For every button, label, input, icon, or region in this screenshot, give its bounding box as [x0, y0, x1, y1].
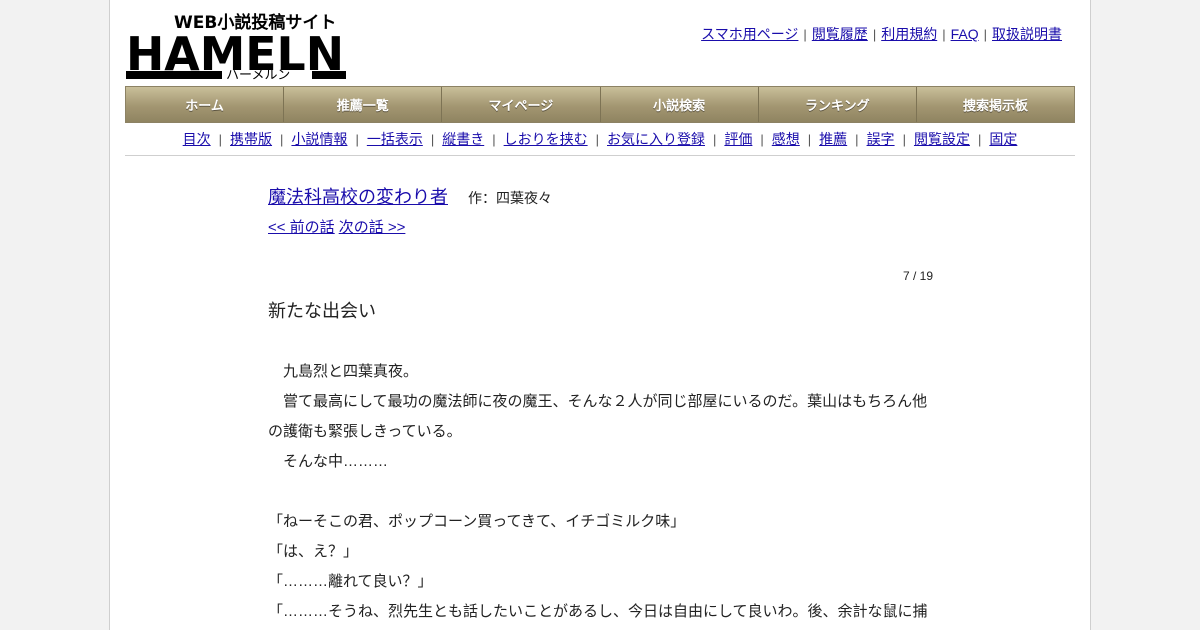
- subnav-comments[interactable]: 感想: [772, 131, 800, 147]
- subnav-show-all[interactable]: 一括表示: [367, 131, 423, 147]
- separator: |: [803, 27, 807, 42]
- separator: |: [902, 132, 906, 147]
- story-area: 魔法科高校の変わり者 作：四葉夜々 << 前の話 次の話 >> 7 / 19 新たな…: [268, 182, 933, 630]
- divider: [125, 155, 1075, 156]
- separator: |: [760, 132, 764, 147]
- separator: |: [430, 132, 435, 147]
- separator: |: [983, 27, 987, 42]
- story-paragraph: 「………離れて良い？」: [268, 573, 433, 590]
- header-link-history[interactable]: 閲覧履歴: [812, 26, 868, 42]
- header-links: スマホ用ページ | 閲覧履歴 | 利用規約 | FAQ | 取扱説明書: [701, 24, 1062, 44]
- nav-recommendations[interactable]: 推薦一覧: [284, 87, 443, 122]
- header-link-faq[interactable]: FAQ: [951, 26, 979, 42]
- subnav-mobile[interactable]: 携帯版: [230, 131, 272, 147]
- subnav-bookmark[interactable]: しおりを挟む: [504, 131, 588, 147]
- story-header: 魔法科高校の変わり者 作：四葉夜々: [268, 182, 933, 213]
- separator: |: [492, 132, 496, 147]
- subnav-rating[interactable]: 評価: [724, 131, 752, 147]
- nav-ranking[interactable]: ランキング: [758, 87, 917, 122]
- separator: |: [855, 132, 859, 147]
- svg-text:ハーメルン: ハーメルン: [226, 68, 290, 82]
- episode-pager: << 前の話 次の話 >>: [268, 213, 933, 243]
- episode-count: 7 / 19: [902, 269, 933, 283]
- site-logo[interactable]: WEB小説投稿サイト HAMELN ハーメルン: [126, 10, 348, 82]
- story-paragraph: そんな中………: [268, 453, 389, 470]
- nav-home[interactable]: ホーム: [126, 87, 285, 122]
- separator: |: [807, 132, 812, 147]
- next-episode-link[interactable]: 次の話 >>: [339, 219, 406, 236]
- separator: |: [872, 27, 877, 42]
- story-paragraph: 嘗て最高にして最功の魔法師に夜の魔王、そんな２人が同じ部屋にいるのだ。葉山はもち…: [268, 393, 928, 440]
- novel-title-link[interactable]: 魔法科高校の変わり者: [268, 187, 448, 207]
- separator: |: [977, 132, 982, 147]
- separator: |: [713, 132, 717, 147]
- main-nav: ホーム 推薦一覧 マイページ 小説検索 ランキング 捜索掲示板: [125, 86, 1075, 123]
- story-paragraph: 「ねーそこの君、ポップコーン買ってきて、イチゴミルク味」: [268, 513, 686, 530]
- subnav-favorite[interactable]: お気に入り登録: [607, 131, 705, 147]
- subnav-typo[interactable]: 誤字: [867, 131, 895, 147]
- story-paragraph: 「………そうね、烈先生とも話したいことがあるし、今日は自由にして良いわ。後、余計…: [268, 603, 928, 620]
- subnav-toc[interactable]: 目次: [183, 131, 211, 147]
- subnav-recommend[interactable]: 推薦: [819, 131, 847, 147]
- separator: |: [280, 132, 284, 147]
- header-link-smartphone[interactable]: スマホ用ページ: [701, 26, 798, 42]
- page-container: WEB小説投稿サイト HAMELN ハーメルン スマホ用ページ | 閲覧履歴 | 利用規…: [109, 0, 1091, 630]
- header-link-terms[interactable]: 利用規約: [881, 26, 937, 42]
- header-link-manual[interactable]: 取扱説明書: [992, 26, 1062, 42]
- separator: |: [218, 132, 223, 147]
- separator: |: [942, 27, 946, 42]
- separator: |: [595, 132, 599, 147]
- episode-title: 新たな出会い: [268, 301, 376, 321]
- story-body: 九島烈と四葉真夜。 嘗て最高にして最功の魔法師に夜の魔王、そんな２人が同じ部屋に…: [268, 357, 933, 630]
- separator: |: [355, 132, 359, 147]
- subnav-view-settings[interactable]: 閲覧設定: [914, 131, 970, 147]
- nav-mypage[interactable]: マイページ: [442, 87, 601, 122]
- sub-nav: 目次 | 携帯版 | 小説情報 | 一括表示 | 縦書き | しおりを挟む | お気に入り登録 | 評価 | 感…: [125, 129, 1075, 149]
- subnav-vertical[interactable]: 縦書き: [442, 131, 484, 147]
- nav-novel-search[interactable]: 小説検索: [600, 87, 759, 122]
- story-paragraph: 九島烈と四葉真夜。: [268, 363, 419, 380]
- nav-search-board[interactable]: 捜索掲示板: [916, 87, 1075, 122]
- author-line: 作：四葉夜々: [468, 190, 552, 206]
- subnav-pin[interactable]: 固定: [989, 131, 1017, 147]
- story-paragraph: 「は、え？」: [268, 543, 359, 560]
- subnav-novel-info[interactable]: 小説情報: [291, 131, 347, 147]
- story-paragraph: [268, 477, 933, 507]
- prev-episode-link[interactable]: << 前の話: [268, 219, 335, 236]
